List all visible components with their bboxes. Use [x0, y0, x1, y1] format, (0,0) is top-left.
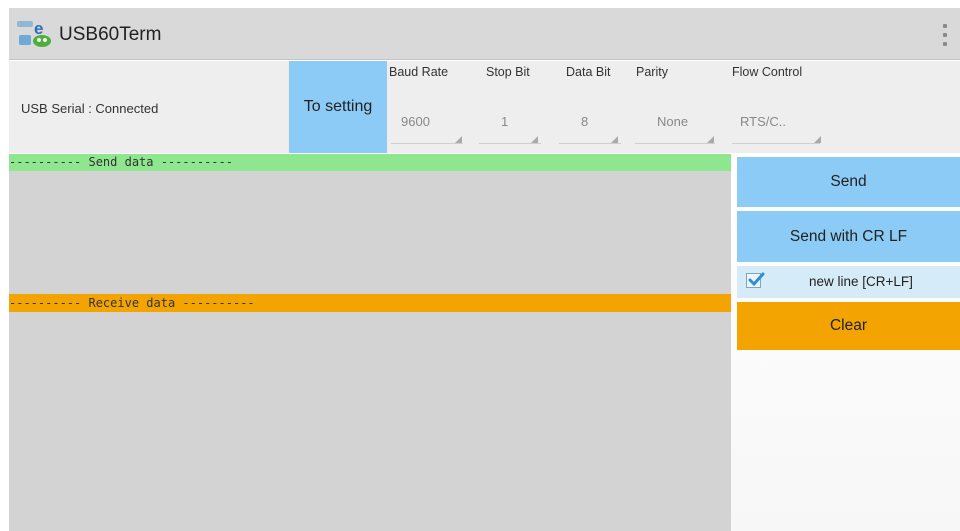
baud-rate-label: Baud Rate — [389, 65, 449, 79]
spinner-underline — [391, 143, 463, 144]
data-bit-label: Data Bit — [566, 65, 611, 79]
spinner-arrow-icon — [707, 136, 714, 143]
flow-control-value: RTS/C.. — [740, 114, 786, 129]
data-bit-value: 8 — [581, 114, 589, 129]
spinner-arrow-icon — [611, 136, 618, 143]
parity-label: Parity — [636, 65, 668, 79]
send-with-crlf-button[interactable]: Send with CR LF — [737, 211, 960, 262]
send-button[interactable]: Send — [737, 157, 960, 207]
receive-data-header: ---------- Receive data ---------- — [9, 294, 731, 312]
spinner-underline — [635, 143, 715, 144]
flow-control-spinner[interactable]: Flow Control RTS/C.. — [730, 61, 830, 153]
action-panel: Send Send with CR LF new line [CR+LF] Cl… — [731, 154, 960, 531]
overflow-menu-icon[interactable] — [942, 24, 948, 46]
checkmark-icon — [748, 272, 765, 287]
receive-data-log[interactable] — [9, 312, 731, 531]
clear-button[interactable]: Clear — [737, 302, 960, 350]
app-title: USB60Term — [59, 24, 162, 45]
send-data-input[interactable] — [9, 171, 731, 294]
send-data-header: ---------- Send data ---------- — [9, 154, 731, 171]
spinner-arrow-icon — [531, 136, 538, 143]
stop-bit-label: Stop Bit — [486, 65, 530, 79]
newline-checkbox-row[interactable]: new line [CR+LF] — [737, 266, 960, 298]
spinner-arrow-icon — [455, 136, 462, 143]
parity-spinner[interactable]: Parity None — [633, 61, 719, 153]
spinner-underline — [732, 143, 820, 144]
parity-value: None — [657, 114, 689, 129]
baud-rate-value: 9600 — [401, 114, 430, 129]
spinner-underline — [479, 143, 541, 144]
to-setting-button[interactable]: To setting — [289, 61, 387, 153]
newline-checkbox[interactable] — [746, 272, 765, 288]
action-bar: e USB60Term — [9, 8, 960, 60]
settings-row: USB Serial : Connected To setting Baud R… — [9, 61, 960, 153]
data-bit-spinner[interactable]: Data Bit 8 — [557, 61, 627, 153]
spinner-underline — [559, 143, 621, 144]
usb-app-icon: e — [17, 19, 51, 47]
stop-bit-value: 1 — [501, 114, 509, 129]
stop-bit-spinner[interactable]: Stop Bit 1 — [477, 61, 547, 153]
flow-control-label: Flow Control — [732, 65, 803, 79]
spinner-arrow-icon — [814, 136, 821, 143]
connection-status: USB Serial : Connected — [21, 101, 159, 116]
baud-rate-spinner[interactable]: Baud Rate 9600 — [389, 61, 467, 153]
newline-label: new line [CR+LF] — [809, 274, 913, 289]
